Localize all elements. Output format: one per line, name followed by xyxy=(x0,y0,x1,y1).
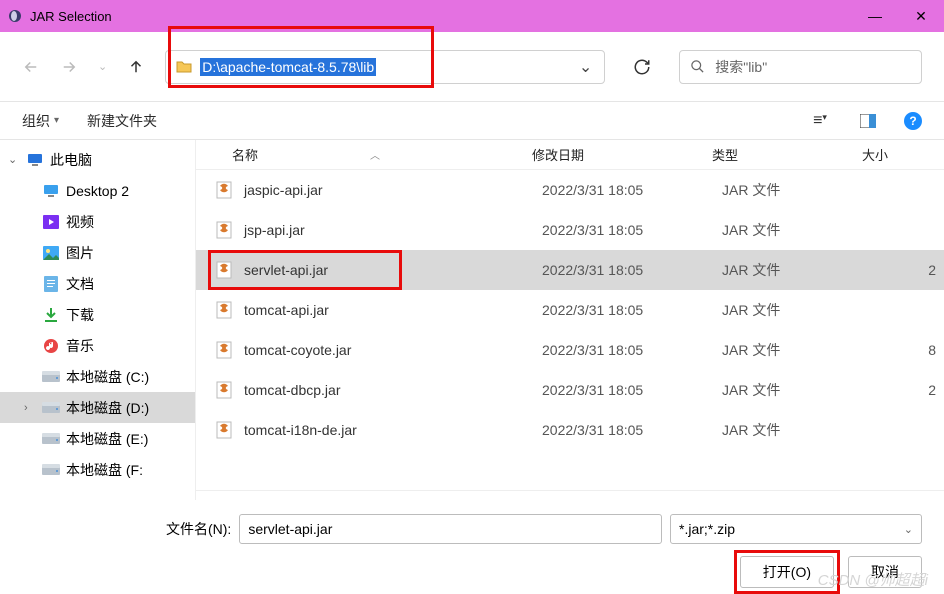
open-button[interactable]: 打开(O) xyxy=(740,556,834,588)
download-icon xyxy=(42,307,60,323)
picture-icon xyxy=(42,246,60,260)
nav-bar: ⌄ D:\apache-tomcat-8.5.78\lib ⌄ 搜索"lib" xyxy=(0,32,944,102)
sidebar-item-3[interactable]: ›文档 xyxy=(0,268,195,299)
sidebar: ⌄ 此电脑 ›Desktop 2›视频›图片›文档›下载›音乐›本地磁盘 (C:… xyxy=(0,140,196,500)
view-list-button[interactable]: ≡ ▾ xyxy=(808,112,832,130)
drive-icon xyxy=(42,433,60,445)
sidebar-item-4[interactable]: ›下载 xyxy=(0,299,195,330)
path-text: D:\apache-tomcat-8.5.78\lib xyxy=(200,58,376,76)
drive-icon xyxy=(42,402,60,414)
filename-label: 文件名(N): xyxy=(166,519,231,539)
col-name[interactable]: 名称 xyxy=(232,145,258,164)
col-date[interactable]: 修改日期 xyxy=(532,145,712,164)
up-button[interactable] xyxy=(127,58,145,76)
sidebar-item-7[interactable]: ›本地磁盘 (D:) xyxy=(0,392,195,423)
chevron-down-icon: ⌄ xyxy=(8,153,20,166)
col-type[interactable]: 类型 xyxy=(712,145,862,164)
cancel-button[interactable]: 取消 xyxy=(848,556,922,588)
filter-select[interactable]: *.jar;*.zip ⌄ xyxy=(670,514,922,544)
drive-icon xyxy=(42,464,60,476)
search-icon xyxy=(690,59,705,74)
recent-button[interactable]: ⌄ xyxy=(98,60,107,73)
document-icon xyxy=(42,276,60,292)
col-size[interactable]: 大小 xyxy=(862,145,944,164)
file-row[interactable]: tomcat-api.jar2022/3/31 18:05JAR 文件 xyxy=(196,290,944,330)
drive-icon xyxy=(42,371,60,383)
new-folder-button[interactable]: 新建文件夹 xyxy=(87,111,157,131)
footer: 文件名(N): *.jar;*.zip ⌄ 打开(O) 取消 xyxy=(0,500,944,592)
file-list: 名称 ︿ 修改日期 类型 大小 jaspic-api.jar2022/3/31 1… xyxy=(196,140,944,500)
file-row[interactable]: tomcat-i18n-de.jar2022/3/31 18:05JAR 文件 xyxy=(196,410,944,450)
scrollbar-horizontal[interactable] xyxy=(196,490,944,500)
preview-pane-button[interactable] xyxy=(856,114,880,128)
sidebar-item-9[interactable]: ›本地磁盘 (F: xyxy=(0,454,195,485)
music-icon xyxy=(42,338,60,354)
search-placeholder: 搜索"lib" xyxy=(715,57,767,77)
sidebar-item-5[interactable]: ›音乐 xyxy=(0,330,195,361)
sidebar-item-8[interactable]: ›本地磁盘 (E:) xyxy=(0,423,195,454)
help-button[interactable]: ? xyxy=(904,112,922,130)
jar-file-icon xyxy=(214,340,234,360)
close-button[interactable]: ✕ xyxy=(898,0,944,32)
jar-file-icon xyxy=(214,380,234,400)
monitor-icon xyxy=(26,153,44,167)
jar-file-icon xyxy=(214,260,234,280)
eclipse-icon xyxy=(6,7,24,25)
sidebar-item-2[interactable]: ›图片 xyxy=(0,237,195,268)
back-button[interactable] xyxy=(22,58,40,76)
column-headers[interactable]: 名称 ︿ 修改日期 类型 大小 xyxy=(196,140,944,170)
jar-file-icon xyxy=(214,300,234,320)
jar-file-icon xyxy=(214,180,234,200)
filename-input[interactable] xyxy=(239,514,662,544)
file-row[interactable]: servlet-api.jar2022/3/31 18:05JAR 文件2 xyxy=(196,250,944,290)
video-icon xyxy=(42,215,60,229)
file-row[interactable]: jaspic-api.jar2022/3/31 18:05JAR 文件 xyxy=(196,170,944,210)
sidebar-item-6[interactable]: ›本地磁盘 (C:) xyxy=(0,361,195,392)
sort-icon: ︿ xyxy=(370,147,380,162)
file-row[interactable]: tomcat-coyote.jar2022/3/31 18:05JAR 文件8 xyxy=(196,330,944,370)
folder-icon xyxy=(176,60,192,74)
jar-file-icon xyxy=(214,420,234,440)
organize-menu[interactable]: 组织▾ xyxy=(22,111,59,131)
sidebar-item-0[interactable]: ›Desktop 2 xyxy=(0,175,195,206)
window-title: JAR Selection xyxy=(30,9,112,24)
path-input[interactable]: D:\apache-tomcat-8.5.78\lib ⌄ xyxy=(165,50,605,84)
file-row[interactable]: tomcat-dbcp.jar2022/3/31 18:05JAR 文件2 xyxy=(196,370,944,410)
chevron-right-icon: › xyxy=(24,402,36,414)
toolbar: 组织▾ 新建文件夹 ≡ ▾ ? xyxy=(0,102,944,140)
forward-button[interactable] xyxy=(60,58,78,76)
minimize-button[interactable]: — xyxy=(852,0,898,32)
titlebar: JAR Selection — ✕ xyxy=(0,0,944,32)
desktop-icon xyxy=(42,184,60,198)
path-dropdown-icon[interactable]: ⌄ xyxy=(579,57,592,77)
sidebar-item-1[interactable]: ›视频 xyxy=(0,206,195,237)
search-input[interactable]: 搜索"lib" xyxy=(679,50,922,84)
sidebar-root-thispc[interactable]: ⌄ 此电脑 xyxy=(0,144,195,175)
refresh-button[interactable] xyxy=(625,58,659,76)
file-row[interactable]: jsp-api.jar2022/3/31 18:05JAR 文件 xyxy=(196,210,944,250)
jar-file-icon xyxy=(214,220,234,240)
chevron-down-icon: ⌄ xyxy=(904,523,913,536)
